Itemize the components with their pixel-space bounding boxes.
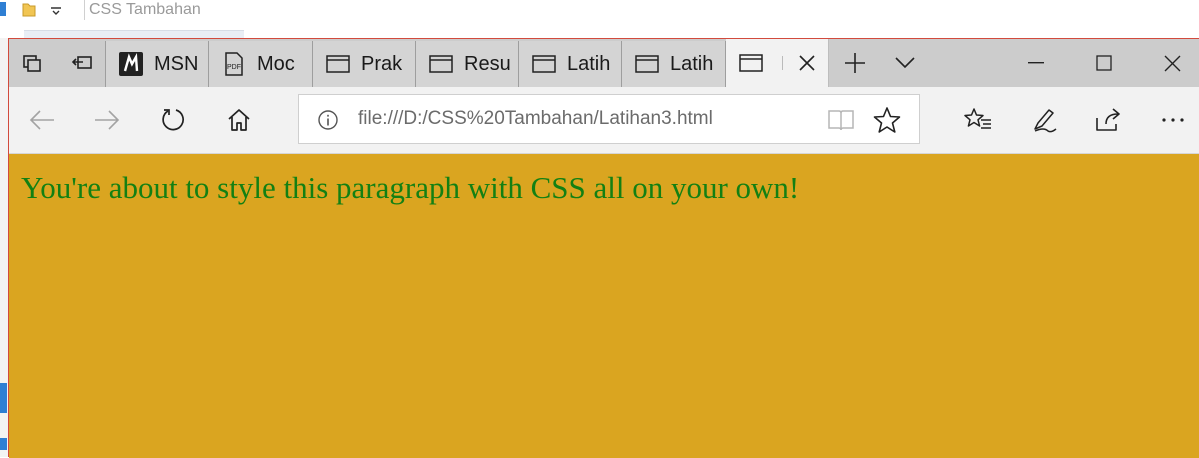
page-icon (428, 53, 454, 75)
tab-prak[interactable]: Prak (313, 41, 416, 87)
home-button[interactable] (209, 87, 269, 153)
plus-icon (845, 53, 865, 73)
close-window-button[interactable] (1138, 39, 1199, 87)
forward-button[interactable] (77, 87, 137, 153)
svg-text:PDF: PDF (227, 64, 241, 71)
maximize-icon (1096, 55, 1112, 71)
pen-icon (1034, 109, 1057, 133)
chevron-down-icon (895, 57, 915, 69)
tab-label: MSN (154, 52, 199, 75)
show-tab-previews-button[interactable] (885, 39, 925, 87)
page-icon (531, 53, 557, 75)
favorites-hub-button[interactable] (948, 87, 1008, 153)
tab-label: Latih (567, 52, 611, 75)
favorite-star-icon[interactable] (873, 106, 901, 134)
address-url[interactable]: file:///D:/CSS%20Tambahan/Latihan3.html (358, 95, 713, 143)
maximize-button[interactable] (1070, 39, 1138, 87)
tab-bar: MSN PDF Moc Prak Resu Latih Latih (9, 39, 1199, 87)
share-icon (1096, 108, 1120, 131)
navigation-bar: file:///D:/CSS%20Tambahan/Latihan3.html (9, 87, 1199, 154)
tabs-aside-button[interactable] (9, 39, 55, 87)
minimize-button[interactable] (1002, 39, 1070, 87)
set-tabs-aside-button[interactable] (59, 39, 105, 87)
tab-active[interactable] (726, 39, 829, 87)
tab-latih-1[interactable]: Latih (519, 41, 622, 87)
browser-window: MSN PDF Moc Prak Resu Latih Latih file:/… (8, 38, 1199, 458)
web-note-button[interactable] (1015, 87, 1075, 153)
msn-icon (118, 52, 144, 76)
close-tab-button[interactable] (795, 51, 819, 75)
more-button[interactable] (1143, 87, 1199, 153)
tab-label: Moc (257, 52, 295, 75)
arrow-right-icon (95, 110, 120, 130)
explorer-window-title: CSS Tambahan (84, 0, 201, 20)
info-icon[interactable] (317, 109, 339, 131)
explorer-sidebar-icon (0, 383, 7, 413)
explorer-titlebar: CSS Tambahan (0, 0, 1199, 39)
close-icon (799, 55, 815, 71)
refresh-icon (162, 109, 184, 131)
tab-label: Latih (670, 52, 714, 75)
page-icon (325, 53, 351, 75)
tab-latih-2[interactable]: Latih (622, 41, 726, 87)
folder-icon (22, 0, 36, 18)
favorites-list-icon (964, 108, 991, 129)
page-icon (738, 52, 764, 74)
back-button[interactable] (12, 87, 72, 153)
tabs-aside-icon (23, 55, 41, 72)
new-tab-button[interactable] (835, 39, 875, 87)
home-icon (228, 109, 250, 131)
minimize-icon (1028, 62, 1044, 64)
tab-label: Prak (361, 52, 403, 75)
tab-msn[interactable]: MSN (105, 41, 209, 87)
pdf-icon: PDF (221, 52, 247, 76)
refresh-button[interactable] (144, 87, 204, 153)
share-button[interactable] (1078, 87, 1138, 153)
arrow-left-icon (29, 110, 54, 130)
set-aside-icon (71, 56, 92, 69)
tab-resu[interactable]: Resu (416, 41, 519, 87)
styled-paragraph: You're about to style this paragraph wit… (21, 170, 800, 205)
page-content: You're about to style this paragraph wit… (9, 154, 1199, 458)
explorer-sidebar-icon (0, 438, 7, 450)
close-icon (1164, 55, 1180, 71)
tab-pdf[interactable]: PDF Moc (209, 41, 313, 87)
address-bar[interactable]: file:///D:/CSS%20Tambahan/Latihan3.html (298, 94, 920, 144)
quick-access-dropdown-icon[interactable] (48, 0, 64, 18)
reading-view-icon[interactable] (827, 107, 855, 133)
tab-label: Resu (464, 52, 511, 75)
ellipsis-icon (1162, 118, 1184, 122)
explorer-app-icon (0, 0, 8, 18)
tab-separator (782, 56, 783, 70)
page-icon (634, 53, 660, 75)
